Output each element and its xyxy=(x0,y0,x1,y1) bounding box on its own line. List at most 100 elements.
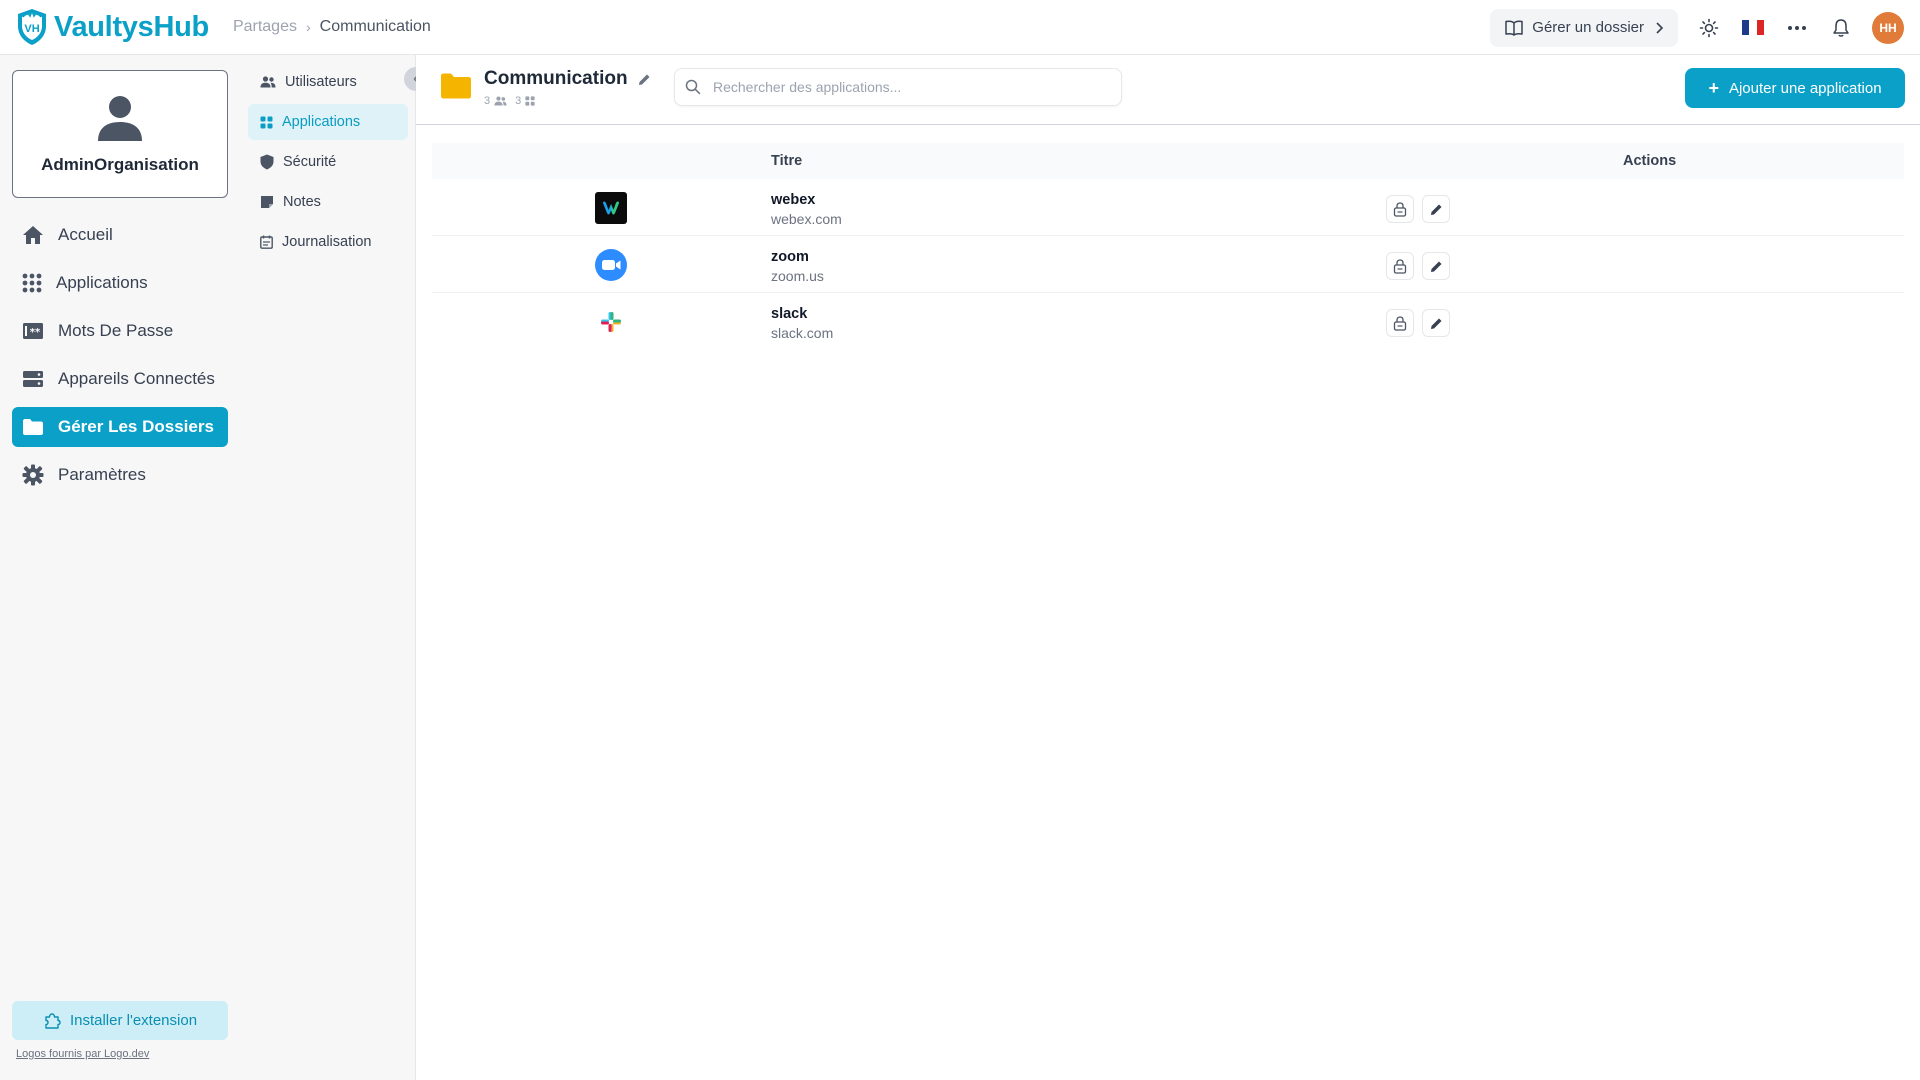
folder-icon xyxy=(441,73,471,99)
logos-credit-link[interactable]: Logos fournis par Logo.dev xyxy=(16,1048,149,1060)
subnav-label: Sécurité xyxy=(283,154,337,170)
nav-label: Applications xyxy=(56,273,148,292)
subnav-item-securite[interactable]: Sécurité xyxy=(248,144,408,180)
sidebar: AdminOrganisation Accueil Applications *… xyxy=(0,55,240,1080)
add-application-button[interactable]: + Ajouter une application xyxy=(1685,68,1905,108)
subnav-label: Applications xyxy=(282,114,361,130)
lock-button[interactable] xyxy=(1386,309,1414,337)
pencil-icon xyxy=(1430,261,1441,272)
nav-label: Appareils Connectés xyxy=(58,369,215,388)
column-header-actions: Actions xyxy=(1623,153,1677,169)
folder-icon xyxy=(23,419,43,435)
subnav-item-utilisateurs[interactable]: Utilisateurs xyxy=(248,64,408,100)
add-application-label: Ajouter une application xyxy=(1728,79,1882,97)
folder-meta: 3 3 xyxy=(484,95,543,107)
install-extension-label: Installer l'extension xyxy=(69,1012,198,1029)
subnav-item-applications[interactable]: Applications xyxy=(248,104,408,140)
manage-folder-label: Gérer un dossier xyxy=(1532,19,1644,36)
profile-card[interactable]: AdminOrganisation xyxy=(12,70,228,198)
subnav-item-journalisation[interactable]: Journalisation xyxy=(248,224,408,260)
notifications-button[interactable] xyxy=(1828,15,1854,41)
nav-item-appareils-connectes[interactable]: Appareils Connectés xyxy=(12,359,228,399)
nav-item-mots-de-passe[interactable]: ** Mots De Passe xyxy=(12,311,228,351)
more-horizontal-icon xyxy=(1788,25,1806,30)
edit-button[interactable] xyxy=(1422,252,1450,280)
breadcrumb-separator: › xyxy=(305,19,311,35)
lock-button[interactable] xyxy=(1386,252,1414,280)
book-open-icon xyxy=(1505,19,1524,36)
folder-subnav: Utilisateurs Applications Sécurité Notes… xyxy=(240,55,416,1080)
search-input[interactable] xyxy=(713,79,1093,95)
brand-name: VaultysHub xyxy=(54,10,209,43)
breadcrumb-item-partages[interactable]: Partages xyxy=(233,18,297,36)
subnav-label: Notes xyxy=(283,194,321,210)
app-name: zoom xyxy=(771,249,809,265)
lock-icon xyxy=(1393,258,1407,274)
folder-title: Communication xyxy=(484,68,651,90)
french-flag-icon xyxy=(1742,20,1764,35)
search-icon xyxy=(685,79,701,95)
subnav-label: Utilisateurs xyxy=(285,74,357,90)
breadcrumb: Partages › Communication xyxy=(233,18,431,36)
app-domain: webex.com xyxy=(771,211,842,227)
app-name: slack xyxy=(771,306,808,322)
user-avatar[interactable]: HH xyxy=(1872,11,1904,44)
subnav-label: Journalisation xyxy=(282,234,372,250)
nav-label: Accueil xyxy=(58,225,113,244)
apps-count: 3 xyxy=(515,95,522,107)
bell-icon xyxy=(1833,18,1849,37)
sun-icon xyxy=(1699,18,1719,37)
table-row[interactable]: zoom zoom.us xyxy=(432,236,1904,293)
folder-header: Communication 3 3 + Ajouter une appl xyxy=(416,55,1920,125)
brand-logo[interactable]: VH VaultysHub xyxy=(14,0,209,55)
manage-folder-button[interactable]: Gérer un dossier xyxy=(1490,8,1678,47)
nav-label: Gérer Les Dossiers xyxy=(58,417,214,436)
language-selector[interactable] xyxy=(1740,15,1766,41)
breadcrumb-current: Communication xyxy=(319,18,431,35)
nav-item-parametres[interactable]: Paramètres xyxy=(12,455,228,495)
pencil-icon xyxy=(1430,204,1441,215)
vaultyshub-shield-icon: VH xyxy=(18,8,46,45)
nav-item-applications[interactable]: Applications xyxy=(12,263,228,303)
users-icon xyxy=(494,96,507,106)
nav-label: Mots De Passe xyxy=(58,321,174,340)
users-icon xyxy=(260,76,276,88)
grid-icon xyxy=(260,116,273,128)
install-extension-button[interactable]: Installer l'extension xyxy=(12,1001,228,1040)
user-icon xyxy=(98,96,142,141)
users-count: 3 xyxy=(484,95,491,107)
password-icon: ** xyxy=(23,323,43,339)
zoom-logo xyxy=(595,249,627,281)
main-content: Communication 3 3 + Ajouter une appl xyxy=(416,55,1920,1080)
more-options-button[interactable] xyxy=(1784,15,1810,41)
grid-icon xyxy=(525,96,535,106)
app-domain: slack.com xyxy=(771,325,834,341)
table-row[interactable]: slack slack.com xyxy=(432,293,1904,350)
edit-button[interactable] xyxy=(1422,195,1450,223)
nav-item-gerer-les-dossiers[interactable]: Gérer Les Dossiers xyxy=(12,407,228,447)
logo-mark: VH xyxy=(24,23,39,35)
svg-text:**: ** xyxy=(30,327,41,338)
home-icon xyxy=(23,226,43,244)
webex-logo xyxy=(595,192,627,224)
column-header-title[interactable]: Titre xyxy=(771,153,802,169)
pencil-icon[interactable] xyxy=(638,73,651,86)
pencil-icon xyxy=(1430,318,1441,329)
table-row[interactable]: webex webex.com xyxy=(432,179,1904,236)
theme-toggle-button[interactable] xyxy=(1696,15,1722,41)
nav-item-accueil[interactable]: Accueil xyxy=(12,215,228,255)
main-nav: Accueil Applications ** Mots De Passe Ap… xyxy=(12,215,228,503)
note-icon xyxy=(261,196,273,208)
plus-icon: + xyxy=(1708,77,1719,98)
lock-button[interactable] xyxy=(1386,195,1414,223)
calendar-log-icon xyxy=(260,235,273,249)
edit-button[interactable] xyxy=(1422,309,1450,337)
top-right-controls: Gérer un dossier HH xyxy=(1490,0,1920,55)
shield-icon xyxy=(260,154,274,170)
app-domain: zoom.us xyxy=(771,268,824,284)
chevron-right-icon xyxy=(1656,21,1664,34)
slack-logo xyxy=(595,306,627,338)
table-header: Titre Actions xyxy=(432,143,1904,179)
subnav-item-notes[interactable]: Notes xyxy=(248,184,408,220)
nav-label: Paramètres xyxy=(58,465,146,484)
